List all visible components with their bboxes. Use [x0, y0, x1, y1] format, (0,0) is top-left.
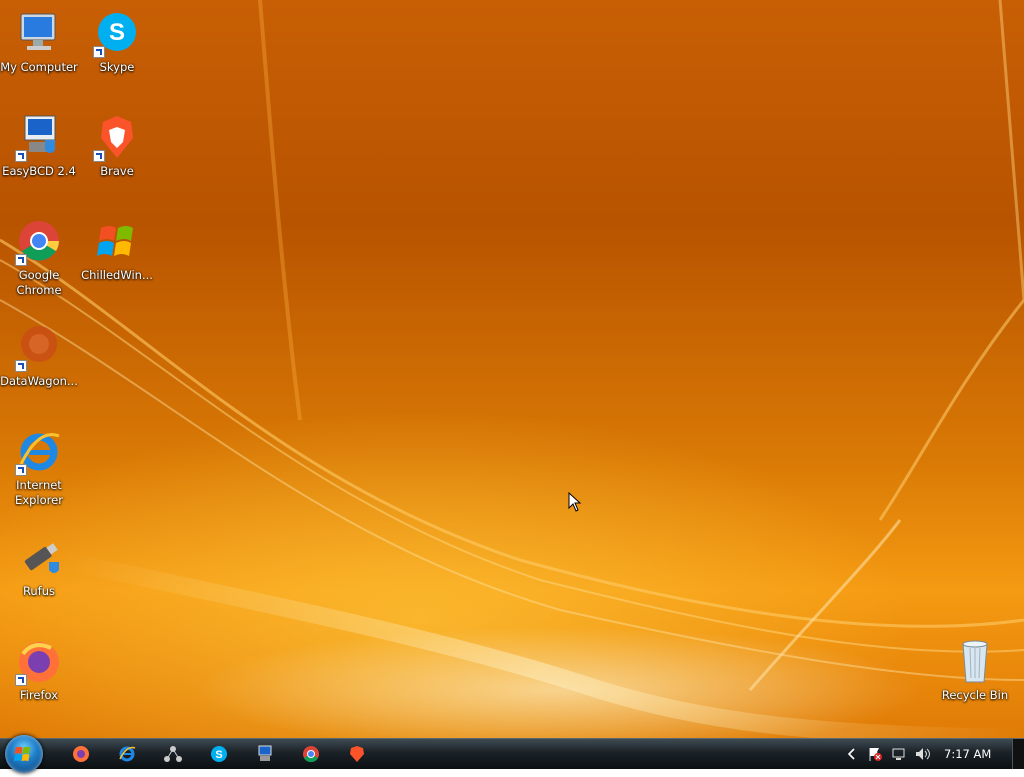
shortcut-arrow-icon [93, 46, 105, 58]
desktop-icon-easybcd[interactable]: EasyBCD 2.4 [0, 114, 78, 179]
desktop: My Computer S Skype EasyBCD 2.4 Brave Go… [0, 0, 1024, 738]
network-icon [164, 746, 182, 762]
usb-drive-icon [15, 534, 63, 582]
desktop-icon-label: Rufus [22, 584, 56, 598]
desktop-icon-brave[interactable]: Brave [78, 114, 156, 179]
shortcut-arrow-icon [15, 360, 27, 372]
internet-explorer-icon [15, 428, 63, 476]
shortcut-arrow-icon [93, 150, 105, 162]
tray-expand-button[interactable] [842, 744, 862, 764]
firefox-icon [15, 638, 63, 686]
mouse-pointer-icon [568, 492, 582, 512]
desktop-icon-label: DataWagon... [0, 374, 78, 388]
chevron-left-icon [847, 748, 855, 760]
my-computer-icon [15, 10, 63, 58]
tray-action-center[interactable] [865, 744, 885, 764]
show-desktop-button[interactable] [1012, 739, 1024, 769]
desktop-icon-label: Internet Explorer [15, 478, 63, 507]
shortcut-arrow-icon [15, 674, 27, 686]
desktop-icon-chilledwin[interactable]: ChilledWin... [78, 218, 156, 283]
desktop-icon-datawagon[interactable]: DataWagon... [0, 324, 78, 389]
desktop-icon-rufus[interactable]: Rufus [0, 534, 78, 599]
taskbar-network[interactable] [163, 744, 183, 764]
taskbar-firefox[interactable] [71, 744, 91, 764]
desktop-icon-internet-explorer[interactable]: Internet Explorer [0, 428, 78, 508]
tray-clock[interactable]: 7:17 AM [944, 747, 991, 761]
taskbar-easybcd[interactable] [255, 744, 275, 764]
tray-network-status[interactable] [889, 744, 909, 764]
desktop-icon-label: Firefox [19, 688, 59, 702]
skype-icon: S [211, 746, 227, 762]
taskbar: S 7:17 AM [0, 735, 1024, 773]
shortcut-arrow-icon [15, 150, 27, 162]
desktop-icon-skype[interactable]: S Skype [78, 10, 156, 75]
network-status-icon [892, 748, 905, 760]
easybcd-icon [15, 114, 63, 162]
taskbar-internet-explorer[interactable] [117, 744, 137, 764]
tray-volume[interactable] [912, 744, 932, 764]
shortcut-arrow-icon [15, 464, 27, 476]
wallpaper-swirl [0, 0, 1024, 738]
taskbar-skype[interactable]: S [209, 744, 229, 764]
desktop-icon-my-computer[interactable]: My Computer [0, 10, 78, 75]
svg-text:S: S [215, 749, 222, 761]
desktop-icon-google-chrome[interactable]: Google Chrome [0, 218, 78, 298]
taskbar-brave[interactable] [347, 744, 367, 764]
desktop-icon-label: Skype [99, 60, 135, 74]
chrome-icon [15, 218, 63, 266]
recycle-bin-icon [951, 638, 999, 686]
start-button[interactable] [5, 735, 43, 773]
desktop-icon-label: EasyBCD 2.4 [2, 164, 76, 178]
desktop-icon-label: My Computer [0, 60, 78, 74]
internet-explorer-icon [119, 746, 136, 762]
firefox-icon [73, 746, 89, 762]
brave-icon [350, 746, 364, 762]
chrome-icon [303, 746, 319, 763]
desktop-icon-label: ChilledWin... [81, 268, 153, 282]
windows-logo-icon [13, 746, 31, 762]
action-center-flag-icon [869, 748, 882, 761]
brave-icon [93, 114, 141, 162]
desktop-icon-firefox[interactable]: Firefox [0, 638, 78, 703]
skype-icon: S [93, 10, 141, 58]
taskbar-chrome[interactable] [301, 744, 321, 764]
datawagon-icon [15, 324, 63, 372]
desktop-icon-label: Google Chrome [16, 268, 62, 297]
desktop-icon-label: Brave [100, 164, 134, 178]
windows-logo-icon [93, 218, 141, 266]
svg-text:S: S [109, 19, 125, 46]
shortcut-arrow-icon [15, 254, 27, 266]
desktop-icon-label: Recycle Bin [941, 688, 1009, 702]
volume-icon [916, 748, 930, 760]
desktop-icon-recycle-bin[interactable]: Recycle Bin [936, 638, 1014, 703]
easybcd-icon [258, 745, 272, 761]
